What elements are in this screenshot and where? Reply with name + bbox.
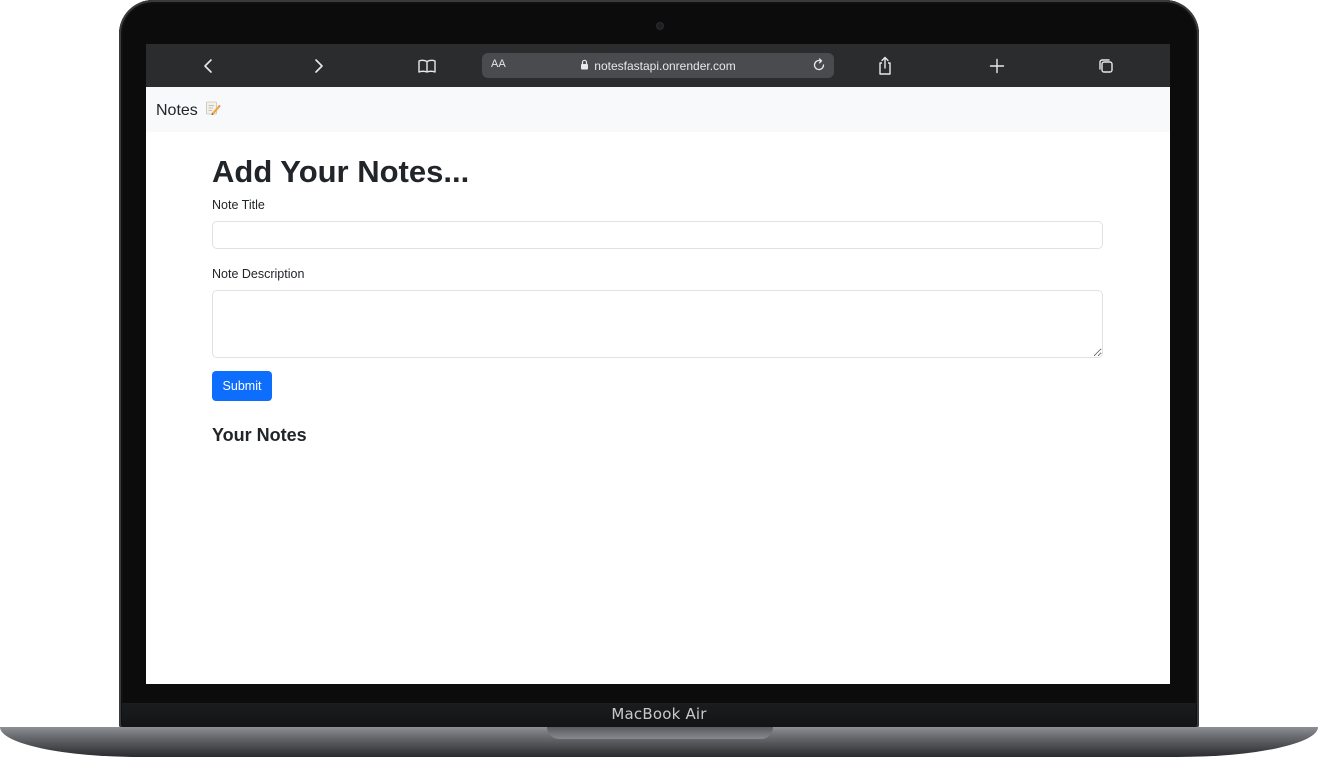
brand-text: Notes [156,101,198,119]
url-text: notesfastapi.onrender.com [594,58,736,73]
screen: AA notesfastapi.onrender.com Notes Add Y… [146,44,1170,684]
new-tab-icon[interactable] [984,53,1010,79]
page-title: Add Your Notes... [212,154,470,189]
submit-button[interactable]: Submit [212,371,272,401]
note-title-input[interactable] [212,221,1103,249]
back-icon[interactable] [196,53,222,79]
device-label: MacBook Air [611,705,707,723]
lock-icon [580,59,589,73]
memo-icon [205,100,221,121]
tabs-icon[interactable] [1093,53,1119,79]
note-title-label: Note Title [212,198,265,212]
your-notes-heading: Your Notes [212,425,307,445]
page-navbar: Notes [146,87,1170,132]
share-icon[interactable] [872,53,898,79]
navbar-brand[interactable]: Notes [156,100,221,121]
reload-icon[interactable] [810,56,828,74]
address-bar[interactable]: AA notesfastapi.onrender.com [482,53,834,78]
browser-toolbar: AA notesfastapi.onrender.com [146,44,1170,87]
camera [657,23,663,29]
note-description-label: Note Description [212,267,305,281]
forward-icon[interactable] [305,53,331,79]
bookmarks-icon[interactable] [414,53,440,79]
note-description-textarea[interactable] [212,290,1103,358]
laptop-notch [547,727,773,739]
